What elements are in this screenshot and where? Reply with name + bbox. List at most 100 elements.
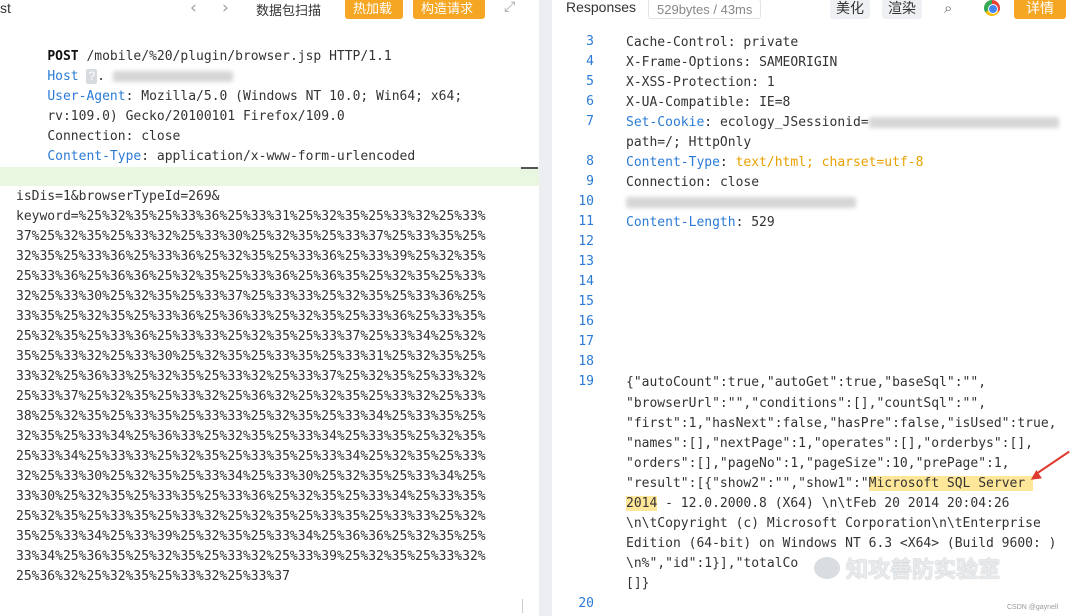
line-number: 17 [578, 334, 594, 349]
header-value: SAMEORIGIN [759, 55, 838, 70]
line-number: 6 [586, 94, 594, 109]
hot-load-button[interactable]: 热加载 [345, 0, 403, 19]
sql-server-year-highlight: 2014 [626, 496, 658, 511]
line-number: 18 [578, 354, 594, 369]
line-number: 10 [578, 194, 594, 209]
line-number: 19 [578, 374, 594, 389]
header-value: private [743, 35, 799, 50]
body-line: 32%35%25%33%36%25%33%36%25%32%35%25%33%3… [16, 249, 486, 264]
body-line: 33%34%25%36%35%25%32%35%25%33%32%25%33%3… [16, 549, 486, 564]
line-number: 11 [578, 214, 594, 229]
response-line: Content-Type: text/html; charset=utf-8 [626, 155, 924, 170]
header-key: Set-Cookie [626, 115, 705, 130]
body-line: 32%25%33%30%25%32%35%25%33%37%25%33%33%2… [16, 289, 486, 304]
scroll-indicator[interactable] [521, 167, 538, 169]
header-value: IE=8 [759, 95, 791, 110]
current-line-highlight [0, 167, 539, 186]
header-key: X-Frame-Options [626, 55, 744, 70]
blurred-session-id [868, 117, 1059, 128]
request-pane: st ‹ › 数据包扫描 热加载 构造请求 ⤢ POST /mobile/%20… [0, 0, 539, 616]
red-arrow [1035, 450, 1070, 475]
blurred-header [626, 197, 856, 208]
line-number: 4 [586, 54, 594, 69]
json-line: "names":[],"nextPage":1,"operates":[],"o… [626, 436, 1033, 451]
json-line: "browserUrl":"","conditions":[],"countSq… [626, 396, 987, 411]
header-value: ecology_JSessionid= [719, 115, 869, 130]
pane-divider[interactable] [539, 0, 552, 616]
header-key: X-UA-Compatible [626, 95, 744, 110]
body-line: 25%36%32%25%32%35%25%33%32%25%33%37 [16, 569, 290, 584]
header-value: 529 [751, 215, 775, 230]
json-line: \n\tCopyright (c) Microsoft Corporation\… [626, 516, 1041, 531]
line-number: 20 [578, 596, 594, 611]
next-arrow-icon[interactable]: › [222, 0, 229, 18]
header-value: {"autoCount":true,"autoGet":true,"baseSq… [626, 375, 987, 390]
header-value: text/html; charset=utf-8 [735, 155, 924, 170]
body-line: 32%25%33%30%25%32%35%25%33%34%25%33%30%2… [16, 469, 486, 484]
line-number: 8 [586, 154, 594, 169]
line-number: 14 [578, 274, 594, 289]
body-line: 25%32%35%25%33%35%25%33%32%25%32%35%25%3… [16, 509, 486, 524]
chrome-icon[interactable] [984, 0, 1000, 16]
json-line-result: "result":[{"show2":"","show1":"Microsoft… [626, 474, 1034, 494]
body-line: 32%35%25%33%34%25%36%33%25%32%35%25%33%3… [16, 429, 486, 444]
line-number: 15 [578, 294, 594, 309]
header-key: Content-Length [626, 215, 736, 230]
request-toolbar: st ‹ › 数据包扫描 热加载 构造请求 ⤢ [0, 0, 539, 22]
scrollbar-corner [522, 599, 536, 613]
body-line: 33%30%25%32%35%25%33%35%25%33%36%25%32%3… [16, 489, 486, 504]
body-line: 25%33%36%25%36%36%25%32%35%25%33%36%25%3… [16, 269, 486, 284]
request-title: st [0, 0, 11, 16]
response-line: X-Frame-Options: SAMEORIGIN [626, 55, 838, 70]
header-key: Connection [626, 175, 705, 190]
body-line: 35%25%33%34%25%33%39%25%32%35%25%33%34%2… [16, 529, 486, 544]
response-line: Cache-Control: private [626, 35, 799, 50]
response-line: Set-Cookie: ecology_JSessionid= [626, 113, 1059, 133]
json-line: \n%","id":1}],"totalCo [626, 556, 799, 571]
render-button[interactable]: 渲染 [882, 0, 922, 19]
body-line: 25%33%34%25%33%33%25%32%35%25%33%35%25%3… [16, 449, 486, 464]
expand-icon[interactable]: ⤢ [504, 0, 515, 15]
header-value: 1 [766, 75, 775, 90]
line-number: 16 [578, 314, 594, 329]
pretty-button[interactable]: 美化 [830, 0, 870, 19]
wechat-icon [814, 557, 840, 579]
response-size-badge: 529bytes / 43ms [648, 0, 762, 19]
header-key: Content-Type [626, 155, 720, 170]
build-request-button[interactable]: 构造请求 [413, 0, 485, 19]
response-line [626, 193, 856, 213]
sql-server-highlight: Microsoft SQL Server [868, 476, 1034, 491]
response-line: Connection: close [626, 175, 760, 190]
body-line: keyword=%25%32%35%25%33%36%25%33%31%25%3… [16, 209, 486, 224]
json-text: "result":[{"show2":"","show1":" [626, 476, 869, 491]
header-key: X-XSS-Protection [626, 75, 752, 90]
response-line: path=/; HttpOnly [626, 133, 751, 153]
json-line-version: 2014 - 12.0.2000.8 (X64) \n\tFeb 20 2014… [626, 494, 1010, 514]
response-line: X-UA-Compatible: IE=8 [626, 95, 791, 110]
json-line: "orders":[],"pageNo":1,"pageSize":10,"pr… [626, 456, 1010, 471]
body-line: 35%25%33%32%25%33%30%25%32%35%25%33%35%2… [16, 349, 486, 364]
header-value: close [719, 175, 760, 190]
line-number: 7 [586, 114, 594, 129]
json-line: []} [626, 576, 650, 591]
line-number: 5 [586, 74, 594, 89]
watermark: 知攻善防实验室 [814, 552, 1000, 584]
responses-title: Responses [566, 0, 637, 15]
json-line: "first":1,"hasNext":false,"hasPre":false… [626, 416, 1057, 431]
response-line: {"autoCount":true,"autoGet":true,"baseSq… [626, 373, 986, 393]
body-line: 33%32%25%36%33%25%32%35%25%33%32%25%33%3… [16, 369, 486, 384]
watermark-text: 知攻善防实验室 [846, 558, 1001, 583]
prev-arrow-icon[interactable]: ‹ [190, 0, 197, 18]
search-icon[interactable]: ⌕ [944, 0, 952, 17]
body-line: 25%33%37%25%32%35%25%33%32%25%36%32%25%3… [16, 389, 486, 404]
response-pane: Responses 529bytes / 43ms 美化 渲染 ⌕ 详情 3 Ca… [552, 0, 1080, 616]
line-number: 13 [578, 254, 594, 269]
header-value: path=/; HttpOnly [626, 135, 752, 150]
line-number: 3 [586, 34, 594, 49]
detail-button[interactable]: 详情 [1014, 0, 1066, 19]
packet-scan-button[interactable]: 数据包扫描 [256, 0, 321, 19]
header-key: Cache-Control [626, 35, 728, 50]
response-line: Content-Length: 529 [626, 215, 775, 230]
line-number: 9 [586, 174, 594, 189]
response-line: X-XSS-Protection: 1 [626, 75, 775, 90]
